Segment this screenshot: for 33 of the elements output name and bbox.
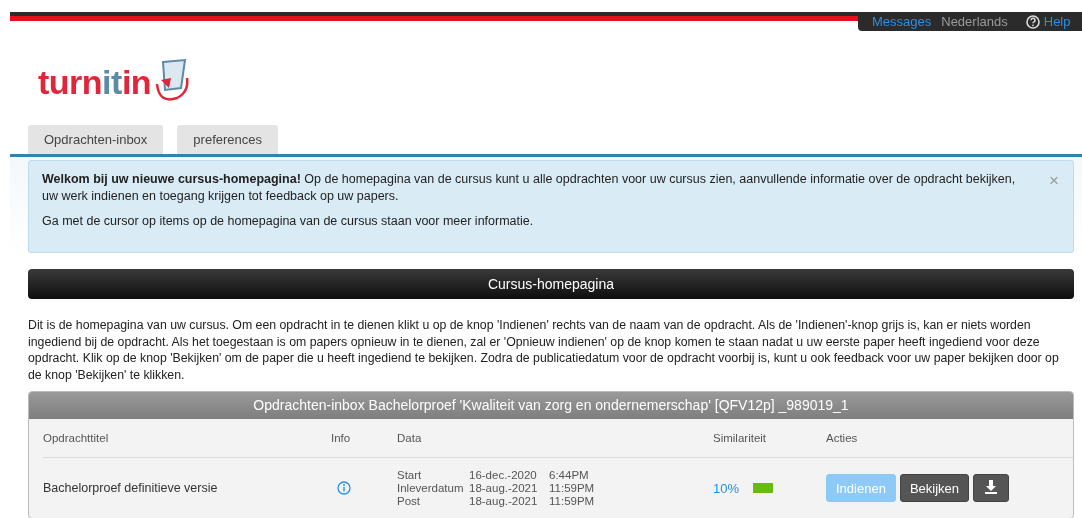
close-button[interactable]: × xyxy=(1049,171,1059,191)
language-selector[interactable]: Nederlands xyxy=(941,14,1008,29)
column-header: Opdrachttitel xyxy=(43,432,109,444)
date-label: Start xyxy=(397,469,423,481)
download-icon xyxy=(983,478,1000,495)
time-value: 6:44PM xyxy=(549,469,590,481)
info-icon[interactable] xyxy=(337,481,351,495)
intro-text: Dit is de homepagina van uw cursus. Om een opdracht in te dienen klikt u op de knop 'Indienen' rechts van de naam van de opdracht. Als de 'Indienen'-knop grijs is, kan er niets worden ingediend bij de opdracht. Als het toegestaan is om papers opnieuw in te dienen, zal er 'Opnieuw indienen' op de knop komen te staan nadat u uw eerste paper heeft ingediend voor deze opdracht. Klik op de knop 'Bekijken' om de paper die u heeft ingediend te bekijken. Zodra de publicatiedatum voor de opdracht voorbij is, kunt u ook feedback voor uw paper bekijken door op de knop 'Bekijken' te klikken. xyxy=(28,317,1060,383)
section-header: Cursus-homepagina xyxy=(28,269,1074,299)
download-button[interactable] xyxy=(973,474,1010,502)
tab[interactable]: Opdrachten-inbox xyxy=(28,125,164,154)
similarity-score[interactable]: 10% xyxy=(713,480,740,496)
inbox-title: Opdrachten-inbox Bachelorproef 'Kwaliteit van zorg en ondernemerschap' [QFV12p] _989019_1 xyxy=(29,392,1073,419)
column-header: Data xyxy=(397,432,422,444)
logo-text: turnitin xyxy=(38,62,152,102)
column-header: Info xyxy=(331,432,351,444)
help-link[interactable]: Help xyxy=(1025,14,1071,29)
messages-link[interactable]: Messages xyxy=(872,14,932,29)
tab[interactable]: preferences xyxy=(177,125,278,154)
alert-text: Ga met de cursor op items op de homepagina van de cursus staan voor meer informatie. xyxy=(42,213,535,230)
date-value: 18-aug.-2021 xyxy=(469,495,539,507)
view-button[interactable]: Bekijken xyxy=(899,474,970,502)
time-value: 11:59PM xyxy=(549,482,595,494)
date-value: 18-aug.-2021 xyxy=(469,482,539,494)
time-value: 11:59PM xyxy=(549,495,595,507)
date-label: Inleverdatum xyxy=(397,482,465,494)
alert-text: Welkom bij uw nieuwe cursus-homepagina! Op de homepagina van de cursus kunt u alle opdrachten voor uw cursus zien, aanvullende informatie over de opdracht bekijken, uw werk indienen en toegang krijgen tot feedback op uw papers. xyxy=(42,171,1017,205)
column-header: Similariteit xyxy=(713,432,767,444)
column-header: Acties xyxy=(826,432,858,444)
assignment-title: Bachelorproef definitieve versie xyxy=(43,481,218,495)
help-icon xyxy=(1025,14,1040,29)
date-value: 16-dec.-2020 xyxy=(469,469,538,481)
date-label: Post xyxy=(397,495,421,507)
